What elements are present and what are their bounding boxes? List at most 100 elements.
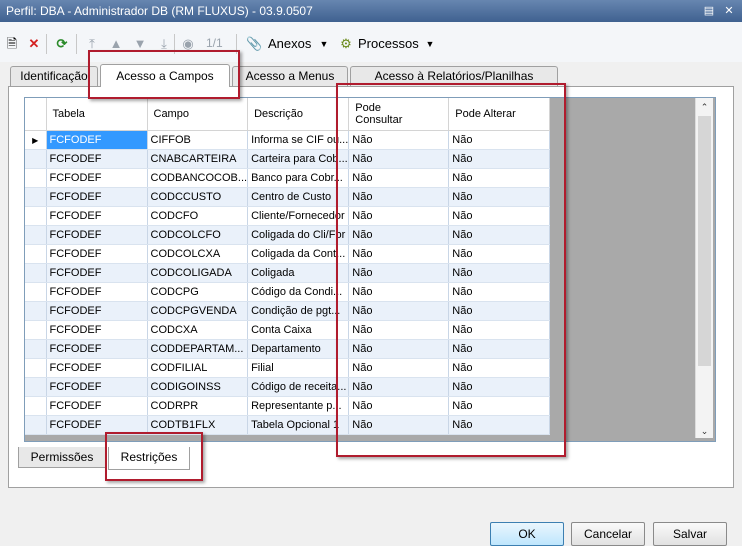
tab-acesso-a-menus[interactable]: Acesso a Menus [232,66,348,86]
table-row[interactable]: FCFODEF CNABCARTEIRA Carteira para Cob... N… [25,149,551,169]
cell-descricao[interactable]: Condição de pgt... [247,301,350,321]
cell-descricao[interactable]: Cliente/Fornecedor [247,206,350,226]
table-row[interactable]: FCFODEF CODCXA Conta Caixa Não Não [25,320,551,340]
tab-acesso-a-campos[interactable]: Acesso a Campos [100,64,230,87]
cell-pode-consultar[interactable]: Não [348,187,450,207]
cell-pode-alterar[interactable]: Não [448,301,551,321]
cell-pode-consultar[interactable]: Não [348,206,450,226]
cell-pode-alterar[interactable]: Não [448,282,551,302]
cell-pode-alterar[interactable]: Não [448,358,551,378]
scroll-thumb[interactable] [698,116,711,366]
cell-campo[interactable]: CODFILIAL [147,358,249,378]
cell-campo[interactable]: CODTB1FLX [147,415,249,435]
chevron-down-icon[interactable]: ▼ [316,36,332,52]
cell-tabela[interactable]: FCFODEF [46,396,148,416]
minimize-icon[interactable]: ▤ [700,3,718,19]
table-row[interactable]: FCFODEF CODTB1FLX Tabela Opcional 1 Não Não [25,415,551,435]
cell-pode-consultar[interactable]: Não [348,396,450,416]
next-record-icon[interactable]: ▼ [132,36,148,52]
cell-pode-alterar[interactable]: Não [448,244,551,264]
table-row[interactable]: FCFODEF CODIGOINSS Código de receita... Não… [25,377,551,397]
close-icon[interactable]: ✕ [720,3,738,19]
cell-pode-alterar[interactable]: Não [448,320,551,340]
cell-pode-alterar[interactable]: Não [448,377,551,397]
tab-identificacao[interactable]: Identificação [10,66,98,86]
cell-pode-alterar[interactable]: Não [448,263,551,283]
cell-tabela[interactable]: FCFODEF [46,282,148,302]
anexos-menu[interactable]: Anexos [268,36,311,51]
cell-pode-consultar[interactable]: Não [348,339,450,359]
table-row[interactable]: FCFODEF CODCCUSTO Centro de Custo Não Não [25,187,551,207]
cell-campo[interactable]: CODIGOINSS [147,377,249,397]
cell-campo[interactable]: CODBANCOCOB... [147,168,249,188]
ok-button[interactable]: OK [490,522,564,546]
cell-descricao[interactable]: Conta Caixa [247,320,350,340]
table-row[interactable]: FCFODEF CODBANCOCOB... Banco para Cobr... N… [25,168,551,188]
cell-descricao[interactable]: Código de receita... [247,377,350,397]
cell-descricao[interactable]: Tabela Opcional 1 [247,415,350,435]
cell-pode-alterar[interactable]: Não [448,396,551,416]
cell-campo[interactable]: CODRPR [147,396,249,416]
new-record-icon[interactable]: 🗎 [4,36,20,52]
cell-campo[interactable]: CODCFO [147,206,249,226]
cell-campo[interactable]: CODCXA [147,320,249,340]
scroll-up-icon[interactable]: ⌃ [696,100,713,114]
processos-menu[interactable]: Processos [358,36,419,51]
table-row[interactable]: FCFODEF CODCFO Cliente/Fornecedor Não Não [25,206,551,226]
cell-tabela[interactable]: FCFODEF [46,244,148,264]
column-header-descricao[interactable]: Descrição [247,98,350,131]
cell-pode-alterar[interactable]: Não [448,206,551,226]
tab-acesso-relatorios[interactable]: Acesso à Relatórios/Planilhas [350,66,558,86]
chevron-down-icon[interactable]: ▼ [422,36,438,52]
cell-campo[interactable]: CNABCARTEIRA [147,149,249,169]
cell-pode-consultar[interactable]: Não [348,415,450,435]
cell-tabela[interactable]: FCFODEF [46,301,148,321]
cell-tabela[interactable]: FCFODEF [46,225,148,245]
table-row[interactable]: FCFODEF CODCOLCXA Coligada da Cont... Não Nã… [25,244,551,264]
column-header-pode-alterar[interactable]: Pode Alterar [448,98,551,131]
cell-campo[interactable]: CODCOLIGADA [147,263,249,283]
table-row[interactable]: FCFODEF CODCPG Código da Condi... Não Não [25,282,551,302]
cell-descricao[interactable]: Centro de Custo [247,187,350,207]
cell-descricao[interactable]: Código da Condi... [247,282,350,302]
paperclip-icon[interactable]: 📎 [246,36,262,52]
cell-pode-alterar[interactable]: Não [448,187,551,207]
cell-campo[interactable]: CODCPG [147,282,249,302]
cell-tabela[interactable]: FCFODEF [46,377,148,397]
gears-icon[interactable]: ⚙ [338,36,354,52]
cell-tabela[interactable]: FCFODEF [46,415,148,435]
refresh-icon[interactable]: ⟳ [54,36,70,52]
binoculars-icon[interactable]: ◉ [180,36,196,52]
cell-pode-consultar[interactable]: Não [348,244,450,264]
table-row[interactable]: FCFODEF CODCOLCFO Coligada do Cli/For Não Nã… [25,225,551,245]
table-row[interactable]: ▶ FCFODEF CIFFOB Informa se CIF ou... Não Não [25,130,551,150]
cell-pode-consultar[interactable]: Não [348,130,450,150]
cell-pode-consultar[interactable]: Não [348,263,450,283]
cell-pode-consultar[interactable]: Não [348,149,450,169]
column-header-tabela[interactable]: Tabela [46,98,148,131]
save-button[interactable]: Salvar [653,522,727,546]
cell-tabela[interactable]: FCFODEF [46,130,148,150]
last-record-icon[interactable]: ⤓ [156,36,172,52]
scroll-down-icon[interactable]: ⌄ [696,424,713,438]
cell-descricao[interactable]: Banco para Cobr... [247,168,350,188]
cell-descricao[interactable]: Departamento [247,339,350,359]
cell-pode-alterar[interactable]: Não [448,149,551,169]
cell-pode-consultar[interactable]: Não [348,320,450,340]
cell-descricao[interactable]: Informa se CIF ou... [247,130,350,150]
cell-campo[interactable]: CODCOLCXA [147,244,249,264]
cell-descricao[interactable]: Filial [247,358,350,378]
cancel-button[interactable]: Cancelar [571,522,645,546]
cell-pode-consultar[interactable]: Não [348,168,450,188]
previous-record-icon[interactable]: ▲ [108,36,124,52]
cell-descricao[interactable]: Coligada [247,263,350,283]
cell-pode-consultar[interactable]: Não [348,358,450,378]
cell-tabela[interactable]: FCFODEF [46,263,148,283]
cell-pode-alterar[interactable]: Não [448,415,551,435]
cell-pode-alterar[interactable]: Não [448,168,551,188]
cell-descricao[interactable]: Representante p... [247,396,350,416]
cell-campo[interactable]: CODDEPARTAM... [147,339,249,359]
cell-pode-alterar[interactable]: Não [448,225,551,245]
table-row[interactable]: FCFODEF CODDEPARTAM... Departamento Não Não [25,339,551,359]
cell-campo[interactable]: CODCPGVENDA [147,301,249,321]
